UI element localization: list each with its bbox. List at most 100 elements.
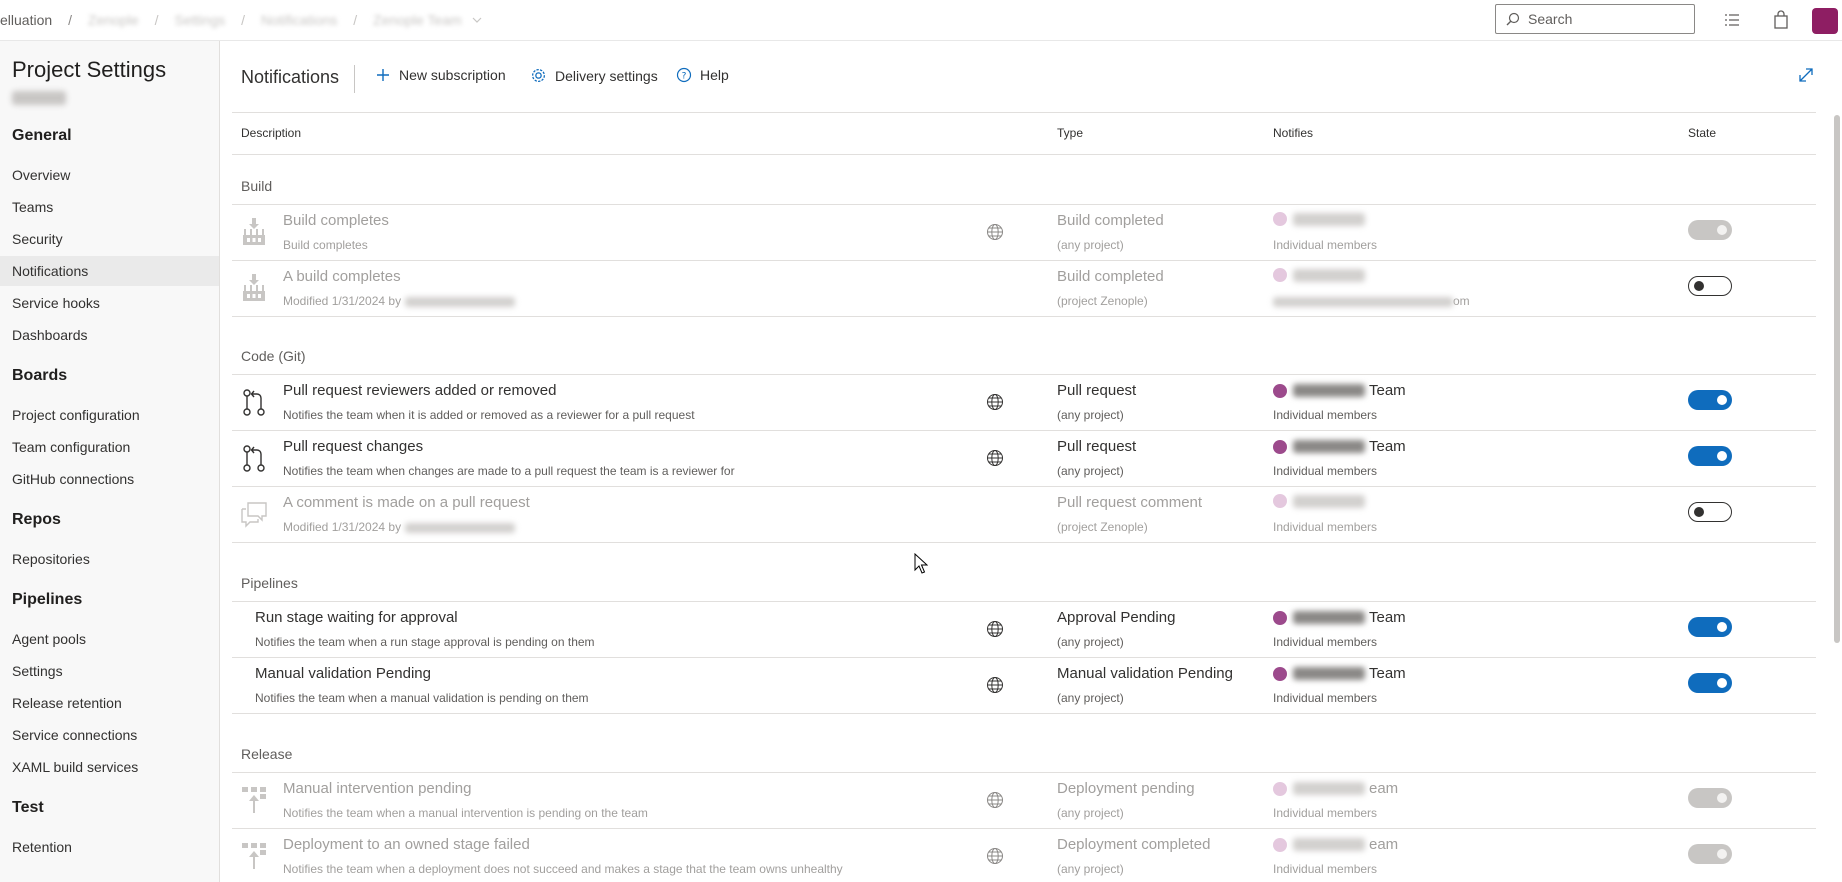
group-build: Build [241, 178, 273, 194]
help-button[interactable]: ? Help [676, 67, 729, 83]
delivery-settings-button[interactable]: Delivery settings [530, 67, 658, 84]
sidebar-item-service-hooks[interactable]: Service hooks [0, 288, 219, 318]
sidebar-item-dashboards[interactable]: Dashboards [0, 320, 219, 350]
list-icon[interactable] [1722, 10, 1742, 30]
section-pipelines: Pipelines [12, 591, 83, 608]
breadcrumb-separator: / [353, 12, 358, 28]
table-row[interactable]: Manual intervention pending Notifies the… [232, 773, 1816, 829]
state-toggle[interactable] [1688, 276, 1732, 296]
breadcrumb-notifications[interactable]: Notifications [251, 12, 347, 28]
sidebar-item-notifications[interactable]: Notifications [0, 256, 219, 286]
row-description: Notifies the team when a run stage appro… [255, 635, 595, 649]
table-row[interactable]: Run stage waiting for approval Notifies … [232, 602, 1816, 658]
row-title: Run stage waiting for approval [255, 609, 458, 626]
row-description: Notifies the team when a manual validati… [255, 691, 589, 705]
breadcrumb-separator: / [241, 12, 246, 28]
sidebar-item-security[interactable]: Security [0, 224, 219, 254]
team-name [1293, 611, 1365, 624]
sidebar-item-release-retention[interactable]: Release retention [0, 688, 219, 718]
new-subscription-button[interactable]: New subscription [375, 67, 506, 83]
column-state[interactable]: State [1688, 112, 1716, 154]
table-row[interactable]: Deployment to an owned stage failed Noti… [232, 829, 1816, 882]
team-avatar [1273, 212, 1287, 226]
row-type-scope: (any project) [1057, 408, 1124, 422]
row-notifies: Team [1273, 665, 1406, 682]
team-avatar [1273, 837, 1287, 852]
row-notifies-detail: Individual members [1273, 464, 1378, 478]
breadcrumb-separator: / [68, 12, 73, 28]
row-type-scope: (project Zenople) [1057, 520, 1148, 534]
sidebar-item-xaml-build-services[interactable]: XAML build services [0, 752, 219, 782]
row-type: Pull request [1057, 382, 1137, 399]
row-notifies-detail: Individual members [1273, 862, 1378, 876]
breadcrumb-org[interactable]: elluation [0, 12, 62, 28]
sidebar-item-agent-pools[interactable]: Agent pools [0, 624, 219, 654]
state-toggle[interactable] [1688, 788, 1732, 808]
search-input[interactable]: Search [1495, 4, 1695, 34]
sidebar-item-project-configuration[interactable]: Project configuration [0, 400, 219, 430]
team-name [1293, 268, 1365, 282]
globe-icon [987, 677, 1003, 693]
row-notifies [1273, 494, 1369, 508]
sidebar-item-repositories[interactable]: Repositories [0, 544, 219, 574]
row-notifies-detail: Individual members [1273, 408, 1378, 422]
state-toggle[interactable] [1688, 220, 1732, 240]
state-toggle[interactable] [1688, 390, 1732, 410]
state-toggle[interactable] [1688, 673, 1732, 693]
row-title: Pull request changes [283, 438, 424, 455]
sidebar-item-github-connections[interactable]: GitHub connections [0, 464, 219, 494]
state-toggle[interactable] [1688, 446, 1732, 466]
row-type: Pull request comment [1057, 494, 1203, 511]
table-row[interactable]: Manual validation Pending Notifies the t… [232, 658, 1816, 714]
help-label: Help [700, 67, 729, 83]
team-name [1293, 494, 1365, 508]
row-notifies-detail: Individual members [1273, 691, 1378, 705]
breadcrumb-team[interactable]: Zenople Team [363, 12, 471, 28]
group-release: Release [241, 746, 293, 762]
column-notifies[interactable]: Notifies [1273, 112, 1313, 154]
column-type[interactable]: Type [1057, 112, 1083, 154]
chevron-down-icon[interactable] [472, 15, 482, 25]
scrollbar[interactable] [1834, 115, 1840, 643]
breadcrumb-settings[interactable]: Settings [165, 12, 236, 28]
row-notifies [1273, 212, 1369, 226]
sidebar-item-teams[interactable]: Teams [0, 192, 219, 222]
state-toggle[interactable] [1688, 844, 1732, 864]
svg-text:?: ? [682, 72, 687, 82]
table-row[interactable]: Pull request reviewers added or removed … [232, 375, 1816, 431]
table-row[interactable]: Build completes Build completes Build co… [232, 205, 1816, 261]
sidebar-item-overview[interactable]: Overview [0, 160, 219, 190]
team-avatar [1273, 494, 1287, 508]
team-name [1293, 440, 1365, 453]
row-description: Build completes [283, 238, 368, 252]
section-general: General [12, 127, 72, 144]
sidebar-item-team-configuration[interactable]: Team configuration [0, 432, 219, 462]
shopping-bag-icon[interactable] [1771, 10, 1791, 30]
sidebar-item-retention[interactable]: Retention [0, 832, 219, 862]
mouse-cursor-icon [914, 553, 928, 574]
state-toggle[interactable] [1688, 617, 1732, 637]
row-type: Deployment completed [1057, 836, 1211, 853]
pull-request-icon [243, 389, 265, 416]
expand-icon[interactable] [1797, 66, 1815, 84]
section-boards: Boards [12, 367, 68, 384]
row-description: Notifies the team when changes are made … [283, 464, 735, 478]
breadcrumb-project[interactable]: Zenople [78, 12, 149, 28]
table-row[interactable]: A comment is made on a pull request Modi… [232, 487, 1816, 543]
column-description[interactable]: Description [241, 112, 301, 154]
row-notifies: eam [1273, 780, 1398, 797]
sidebar-item-service-connections[interactable]: Service connections [0, 720, 219, 750]
row-notifies-detail: om [1273, 294, 1470, 308]
row-description: Modified 1/31/2024 by [283, 294, 516, 308]
team-name [1293, 384, 1365, 397]
row-type-scope: (any project) [1057, 238, 1124, 252]
plus-icon [377, 69, 389, 81]
search-placeholder: Search [1528, 11, 1573, 27]
row-type-scope: (any project) [1057, 862, 1124, 876]
sidebar-item-settings[interactable]: Settings [0, 656, 219, 686]
team-name [1293, 838, 1365, 851]
table-row[interactable]: A build completes Modified 1/31/2024 by … [232, 261, 1816, 317]
state-toggle[interactable] [1688, 502, 1732, 522]
user-avatar[interactable] [1812, 8, 1838, 34]
table-row[interactable]: Pull request changes Notifies the team w… [232, 431, 1816, 487]
